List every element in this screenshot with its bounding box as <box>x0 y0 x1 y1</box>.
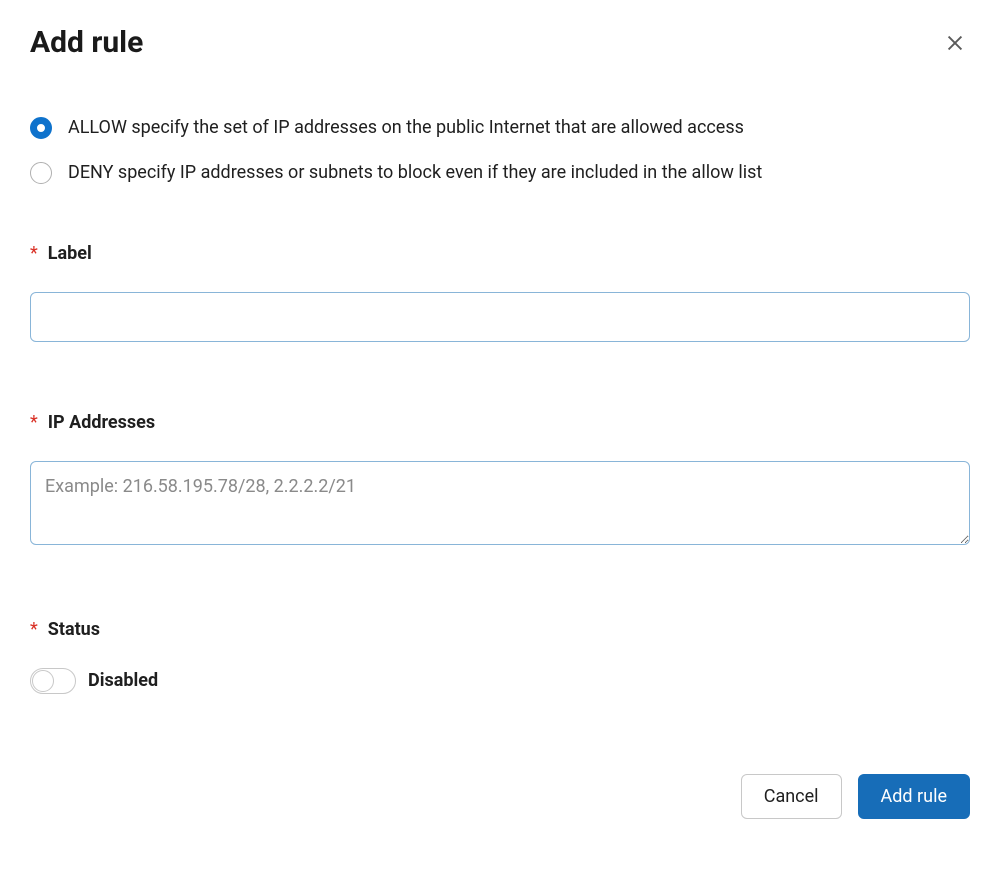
required-indicator: * <box>30 619 38 640</box>
field-label-title: * Label <box>30 243 970 264</box>
field-label-section: * Label <box>30 243 970 342</box>
status-toggle-label: Disabled <box>88 670 158 691</box>
modal-header: Add rule <box>30 25 970 60</box>
field-ip-text: IP Addresses <box>48 412 155 433</box>
required-indicator: * <box>30 412 38 433</box>
ip-addresses-input[interactable] <box>30 461 970 545</box>
required-indicator: * <box>30 243 38 264</box>
radio-indicator-allow <box>30 117 52 139</box>
rule-type-radio-group: ALLOW specify the set of IP addresses on… <box>30 116 970 185</box>
radio-indicator-deny <box>30 162 52 184</box>
field-status-section: * Status Disabled <box>30 619 970 694</box>
radio-label-allow: ALLOW specify the set of IP addresses on… <box>68 116 744 139</box>
close-button[interactable] <box>940 28 970 58</box>
modal-title: Add rule <box>30 25 143 60</box>
cancel-button[interactable]: Cancel <box>741 774 842 820</box>
radio-option-deny[interactable]: DENY specify IP addresses or subnets to … <box>30 161 970 184</box>
add-rule-button[interactable]: Add rule <box>858 774 970 820</box>
label-input[interactable] <box>30 292 970 342</box>
field-status-text: Status <box>48 619 100 640</box>
footer-actions: Cancel Add rule <box>30 774 970 820</box>
toggle-knob <box>32 670 54 692</box>
field-status-title: * Status <box>30 619 970 640</box>
field-ip-section: * IP Addresses <box>30 412 970 549</box>
radio-label-deny: DENY specify IP addresses or subnets to … <box>68 161 762 184</box>
field-ip-title: * IP Addresses <box>30 412 970 433</box>
field-label-text: Label <box>48 243 92 264</box>
close-icon <box>944 32 966 54</box>
status-toggle[interactable] <box>30 668 76 694</box>
status-toggle-row: Disabled <box>30 668 970 694</box>
radio-option-allow[interactable]: ALLOW specify the set of IP addresses on… <box>30 116 970 139</box>
